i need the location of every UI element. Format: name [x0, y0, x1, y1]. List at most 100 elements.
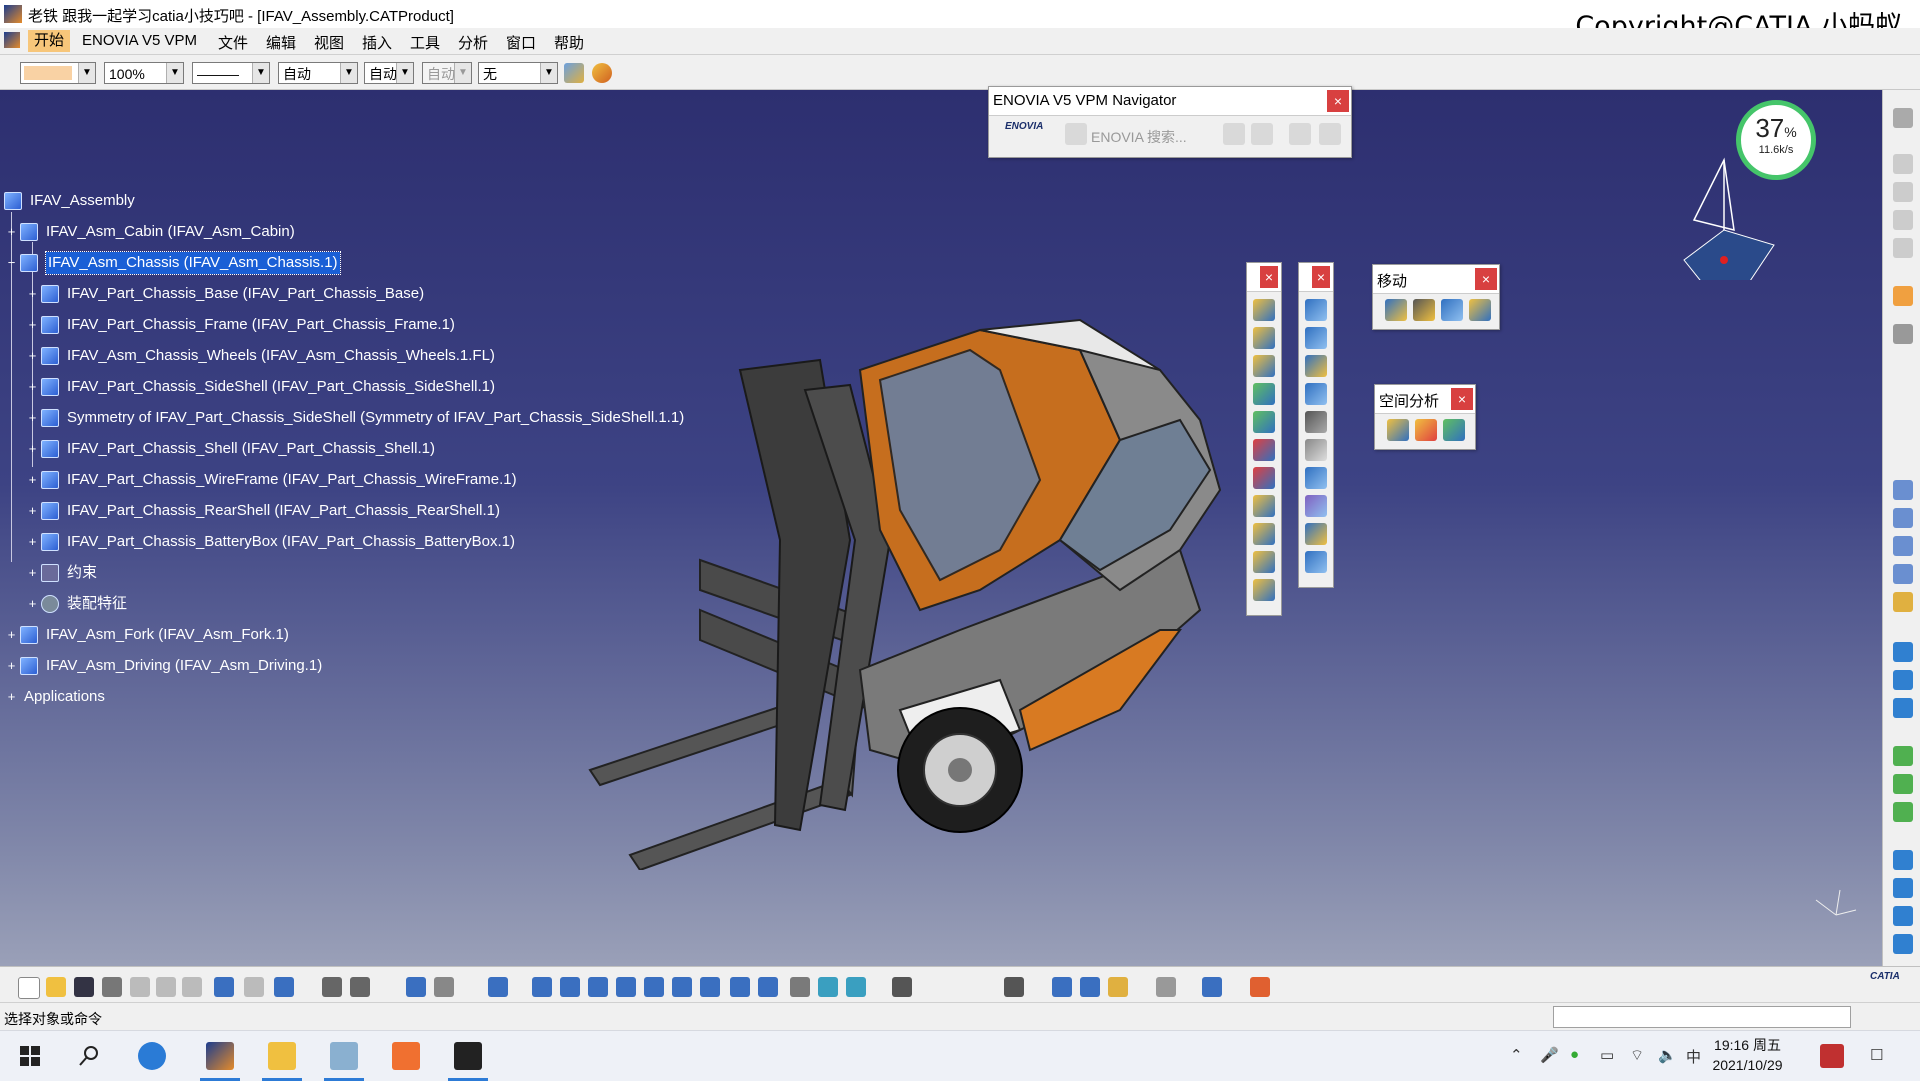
- assembly-tool-icon[interactable]: [1253, 383, 1275, 405]
- 3d-viewport[interactable]: IFAV_Assembly + IFAV_Asm_Cabin (IFAV_Asm…: [0, 90, 1882, 966]
- zoom-combo[interactable]: 100% ▼: [104, 62, 184, 84]
- enovia-tool-icon[interactable]: [1319, 123, 1341, 145]
- expand-icon[interactable]: +: [27, 473, 38, 486]
- microphone-icon[interactable]: 🎤: [1540, 1046, 1559, 1064]
- tool-icon[interactable]: [1893, 850, 1913, 870]
- tool-icon[interactable]: [1893, 906, 1913, 926]
- explode-icon[interactable]: [1441, 299, 1463, 321]
- wifi-icon[interactable]: ⌔: [1630, 1046, 1644, 1065]
- notification-badge-icon[interactable]: [1820, 1044, 1844, 1068]
- expand-icon[interactable]: +: [27, 535, 38, 548]
- expand-icon[interactable]: +: [27, 411, 38, 424]
- enovia-tool-icon[interactable]: [1065, 123, 1087, 145]
- knowledge-icon[interactable]: [350, 977, 370, 997]
- copy-icon[interactable]: [156, 977, 176, 997]
- update-tray-icon[interactable]: ●: [1570, 1046, 1579, 1063]
- menu-tools[interactable]: 工具: [410, 32, 440, 53]
- expand-icon[interactable]: +: [27, 566, 38, 579]
- tool-icon[interactable]: [1893, 934, 1913, 954]
- print-icon[interactable]: [102, 977, 122, 997]
- color-combo[interactable]: ▼: [20, 62, 96, 84]
- expand-icon[interactable]: +: [27, 318, 38, 331]
- tool-icon[interactable]: [1893, 324, 1913, 344]
- file-explorer-icon[interactable]: [268, 1042, 296, 1070]
- ie-browser-icon[interactable]: [138, 1042, 166, 1070]
- assembly-tool-icon[interactable]: [1253, 299, 1275, 321]
- cut-icon[interactable]: [130, 977, 150, 997]
- expand-icon[interactable]: +: [27, 380, 38, 393]
- assembly-tool-icon[interactable]: [1253, 579, 1275, 601]
- assembly-tool-icon[interactable]: [1253, 523, 1275, 545]
- menu-view[interactable]: 视图: [314, 32, 344, 53]
- swap-space-icon[interactable]: [846, 977, 866, 997]
- menu-insert[interactable]: 插入: [362, 32, 392, 53]
- tool-icon[interactable]: [1893, 480, 1913, 500]
- constraint-tool-icon[interactable]: [1305, 299, 1327, 321]
- tool-icon[interactable]: [1893, 774, 1913, 794]
- menu-analysis[interactable]: 分析: [458, 32, 488, 53]
- rotate-icon[interactable]: [616, 977, 636, 997]
- enovia-tool-icon[interactable]: [1289, 123, 1311, 145]
- chevron-down-icon[interactable]: ▼: [78, 63, 95, 83]
- tool-icon[interactable]: [1893, 564, 1913, 584]
- assembly-tool-icon[interactable]: [1253, 467, 1275, 489]
- catia-taskbar-icon[interactable]: [206, 1042, 234, 1070]
- tool-icon[interactable]: [892, 977, 912, 997]
- search-icon[interactable]: [78, 1045, 100, 1067]
- action-center-icon[interactable]: ☐: [1870, 1046, 1883, 1064]
- measure-icon[interactable]: [1052, 977, 1072, 997]
- tool-icon[interactable]: [1893, 536, 1913, 556]
- menu-edit[interactable]: 编辑: [266, 32, 296, 53]
- manipulate-icon[interactable]: [1385, 299, 1407, 321]
- expand-icon[interactable]: +: [27, 442, 38, 455]
- tool-icon[interactable]: [1893, 642, 1913, 662]
- expand-icon[interactable]: +: [27, 287, 38, 300]
- menu-file[interactable]: 文件: [218, 32, 248, 53]
- table-icon[interactable]: [406, 977, 426, 997]
- tool-icon[interactable]: [1893, 878, 1913, 898]
- fit-all-icon[interactable]: [560, 977, 580, 997]
- tool-icon[interactable]: [1893, 182, 1913, 202]
- battery-icon[interactable]: ▭: [1600, 1046, 1614, 1064]
- snap-icon[interactable]: [1413, 299, 1435, 321]
- tool-icon[interactable]: [1893, 508, 1913, 528]
- expand-icon[interactable]: +: [27, 349, 38, 362]
- update-icon[interactable]: [1156, 977, 1176, 997]
- expand-icon[interactable]: +: [6, 628, 17, 641]
- chevron-down-icon[interactable]: ▼: [540, 63, 557, 83]
- tool-icon[interactable]: [1893, 154, 1913, 174]
- new-file-icon[interactable]: [18, 977, 40, 999]
- tool-icon[interactable]: [1893, 802, 1913, 822]
- tool-icon[interactable]: [1893, 698, 1913, 718]
- tool-icon[interactable]: [1202, 977, 1222, 997]
- tool-icon[interactable]: [1893, 238, 1913, 258]
- assembly-tool-icon[interactable]: [1253, 355, 1275, 377]
- volume-icon[interactable]: 🔈: [1658, 1046, 1677, 1064]
- stop-manipulate-icon[interactable]: [1469, 299, 1491, 321]
- zoom-out-icon[interactable]: [672, 977, 692, 997]
- chevron-up-icon[interactable]: ⌃: [1510, 1046, 1523, 1064]
- hide-show-icon[interactable]: [818, 977, 838, 997]
- chevron-down-icon[interactable]: ▼: [166, 63, 183, 83]
- assembly-tool-icon[interactable]: [1253, 439, 1275, 461]
- linewidth-combo[interactable]: 自动 ▼: [422, 62, 472, 84]
- whats-this-icon[interactable]: [274, 977, 294, 997]
- chevron-down-icon[interactable]: ▼: [252, 63, 269, 83]
- normal-view-icon[interactable]: [700, 977, 720, 997]
- redo-icon[interactable]: [244, 977, 264, 997]
- expand-icon[interactable]: +: [6, 690, 17, 703]
- constraint-tool-icon[interactable]: [1305, 495, 1327, 517]
- menu-start[interactable]: 开始: [28, 30, 71, 52]
- update-icon[interactable]: [1305, 523, 1327, 545]
- fly-icon[interactable]: [532, 977, 552, 997]
- recorder-icon[interactable]: [454, 1042, 482, 1070]
- thickness-combo[interactable]: 自动 ▼: [278, 62, 358, 84]
- shading-icon[interactable]: [790, 977, 810, 997]
- close-icon[interactable]: ×: [1475, 268, 1497, 290]
- tool-icon[interactable]: [1893, 592, 1913, 612]
- expand-icon[interactable]: +: [27, 597, 38, 610]
- iso-view-icon[interactable]: [758, 977, 778, 997]
- distance-icon[interactable]: [1443, 419, 1465, 441]
- assembly-tool-icon[interactable]: [1253, 327, 1275, 349]
- fix-together-icon[interactable]: [1305, 439, 1327, 461]
